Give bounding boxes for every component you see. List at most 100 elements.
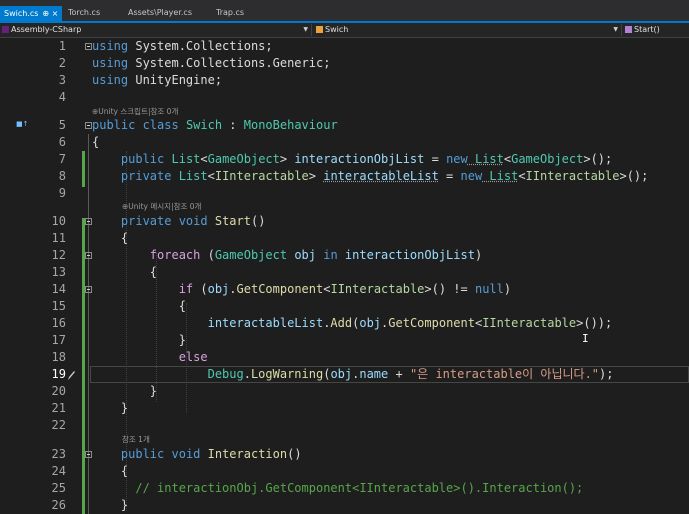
class-dropdown[interactable]: Swich ▼	[316, 24, 622, 36]
code-text: interactableList.Add(obj.GetComponent<II…	[207, 316, 613, 330]
line-number: 9	[58, 186, 66, 200]
fold-toggle-icon[interactable]	[85, 252, 92, 259]
line-number: 12	[51, 248, 66, 262]
code-line-21[interactable]: 21 }	[0, 400, 689, 417]
codelens-interaction-references[interactable]: 참조 1개	[122, 434, 150, 446]
project-dropdown[interactable]: Assembly-CSharp ▼	[2, 24, 312, 36]
code-line-26[interactable]: 26 }	[0, 497, 689, 514]
line-number: 7	[58, 152, 66, 166]
code-text: private List<IInteractable> interactable…	[120, 169, 649, 183]
code-line-1[interactable]: 1 using System.Collections;	[0, 38, 689, 55]
line-number: 21	[51, 401, 66, 415]
code-line-24[interactable]: 24 {	[0, 463, 689, 480]
code-text: public List<GameObject> interactionObjLi…	[120, 152, 613, 166]
code-text: if (obj.GetComponent<IInteractable>() !=…	[178, 282, 512, 296]
code-line-14[interactable]: 14 if (obj.GetComponent<IInteractable>()…	[0, 281, 689, 298]
tab-trap-cs[interactable]: Trap.cs	[212, 4, 274, 21]
fold-toggle-icon[interactable]	[85, 218, 92, 225]
code-text: {	[149, 265, 158, 279]
line-number: 15	[51, 299, 66, 313]
code-text: foreach (GameObject obj in interactionOb…	[149, 248, 483, 262]
code-text: {	[120, 464, 129, 478]
line-number: 24	[51, 464, 66, 478]
line-number: 25	[51, 481, 66, 495]
code-line-19[interactable]: 19 Debug.LogWarning(obj.name + "은 intera…	[0, 366, 689, 383]
code-line-18[interactable]: 18 else	[0, 349, 689, 366]
code-line-22[interactable]: 22	[0, 417, 689, 434]
fold-toggle-icon[interactable]	[85, 122, 92, 129]
line-number: 13	[51, 265, 66, 279]
line-number: 6	[58, 135, 66, 149]
line-number: 26	[51, 498, 66, 512]
line-number: 14	[51, 282, 66, 296]
code-text: using UnityEngine;	[92, 73, 223, 87]
tab-label: Assets\Player.cs	[128, 8, 192, 17]
member-dropdown[interactable]: Start()	[625, 24, 689, 36]
code-text: }	[120, 401, 129, 415]
tab-pin-close-icon[interactable]: ⊕ ×	[42, 9, 58, 18]
line-number-current: 19	[51, 367, 66, 381]
code-line-4[interactable]: 4	[0, 89, 689, 106]
tab-player-cs[interactable]: Assets\Player.cs	[124, 4, 212, 21]
line-number: 3	[58, 73, 66, 87]
code-text: private void Start()	[120, 214, 266, 228]
code-text: using System.Collections.Generic;	[92, 56, 331, 70]
line-number: 17	[51, 333, 66, 347]
chevron-down-icon: ▼	[613, 26, 618, 33]
line-number: 10	[51, 214, 66, 228]
line-number: 23	[51, 447, 66, 461]
code-line-23[interactable]: 23 public void Interaction()	[0, 446, 689, 463]
line-number: 20	[51, 384, 66, 398]
navigation-bar: Assembly-CSharp ▼ Swich ▼ Start()	[0, 23, 689, 38]
code-line-16[interactable]: 16 interactableList.Add(obj.GetComponent…	[0, 315, 689, 332]
code-text: // interactionObj.GetComponent<IInteract…	[135, 481, 584, 495]
code-line-11[interactable]: 11 {	[0, 230, 689, 247]
line-number: 8	[58, 169, 66, 183]
line-number: 11	[51, 231, 66, 245]
method-icon	[625, 26, 632, 33]
code-editor[interactable]: ■↑ 1 using System.Collections; 2 using S…	[0, 38, 689, 514]
code-text: {	[120, 231, 129, 245]
code-line-10[interactable]: 10 private void Start()	[0, 213, 689, 230]
fold-toggle-icon[interactable]	[85, 451, 92, 458]
code-text: public class Swich : MonoBehaviour	[92, 118, 338, 132]
tab-label: Trap.cs	[216, 8, 245, 17]
fold-toggle-icon[interactable]	[85, 43, 92, 50]
code-line-12[interactable]: 12 foreach (GameObject obj in interactio…	[0, 247, 689, 264]
code-line-7[interactable]: 7 public List<GameObject> interactionObj…	[0, 151, 689, 168]
line-number: 22	[51, 418, 66, 432]
line-number: 2	[58, 56, 66, 70]
code-text: }	[178, 333, 186, 347]
member-name: Start()	[634, 25, 660, 34]
codelens-start-references[interactable]: ⊕Unity 메시지|참조 0개	[122, 201, 201, 213]
code-line-15[interactable]: 15 {	[0, 298, 689, 315]
code-line-9[interactable]: 9	[0, 185, 689, 202]
tab-torch-cs[interactable]: Torch.cs	[64, 4, 124, 21]
code-line-3[interactable]: 3 using UnityEngine;	[0, 72, 689, 89]
code-line-25[interactable]: 25 // interactionObj.GetComponent<IInter…	[0, 480, 689, 497]
line-number: 16	[51, 316, 66, 330]
code-text: else	[178, 350, 208, 364]
code-line-5[interactable]: 5 public class Swich : MonoBehaviour	[0, 117, 689, 134]
fold-toggle-icon[interactable]	[85, 286, 92, 293]
code-text: Debug.LogWarning(obj.name + "은 interacta…	[207, 367, 614, 381]
document-tab-bar: Swich.cs ⊕ × Torch.cs Assets\Player.cs Tr…	[0, 0, 689, 23]
code-line-8[interactable]: 8 private List<IInteractable> interactab…	[0, 168, 689, 185]
mouse-ibeam-cursor-icon: I	[582, 332, 589, 345]
code-line-2[interactable]: 2 using System.Collections.Generic;	[0, 55, 689, 72]
class-name: Swich	[325, 25, 349, 34]
line-number: 4	[58, 90, 66, 104]
line-number: 18	[51, 350, 66, 364]
code-text: {	[92, 135, 100, 149]
code-line-13[interactable]: 13 {	[0, 264, 689, 281]
tab-swich-cs[interactable]: Swich.cs ⊕ ×	[0, 6, 62, 21]
line-number: 1	[58, 39, 66, 53]
class-icon	[316, 26, 323, 33]
edit-pencil-icon	[66, 367, 76, 381]
code-line-6[interactable]: 6 {	[0, 134, 689, 151]
csharp-project-icon	[2, 26, 9, 33]
code-line-20[interactable]: 20 }	[0, 383, 689, 400]
code-text: {	[178, 299, 186, 313]
code-text: public void Interaction()	[120, 447, 302, 461]
chevron-down-icon: ▼	[303, 26, 308, 33]
